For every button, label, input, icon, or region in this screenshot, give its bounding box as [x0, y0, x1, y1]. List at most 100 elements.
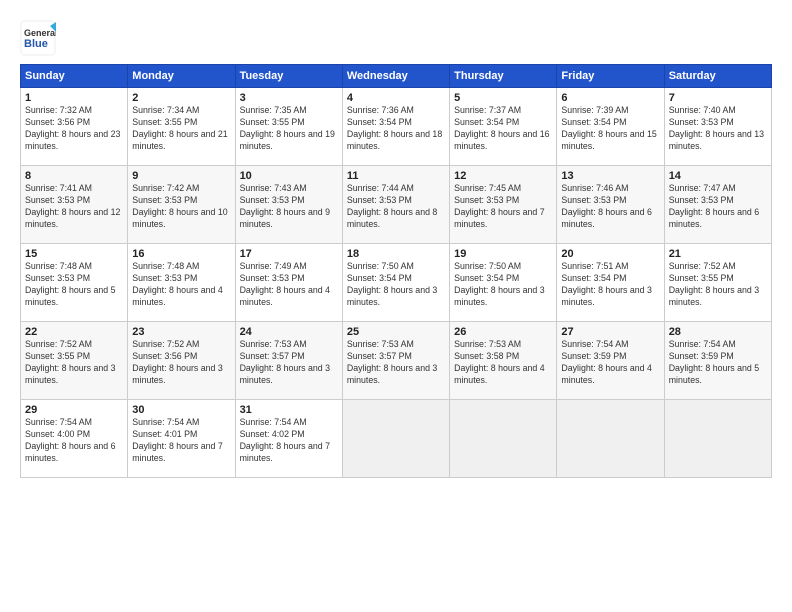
weekday-header-sunday: Sunday: [21, 65, 128, 88]
day-detail: Sunrise: 7:40 AMSunset: 3:53 PMDaylight:…: [669, 105, 764, 151]
day-cell-13: 13 Sunrise: 7:46 AMSunset: 3:53 PMDaylig…: [557, 166, 664, 244]
day-detail: Sunrise: 7:34 AMSunset: 3:55 PMDaylight:…: [132, 105, 227, 151]
day-number: 31: [240, 404, 338, 416]
day-cell-17: 17 Sunrise: 7:49 AMSunset: 3:53 PMDaylig…: [235, 244, 342, 322]
calendar-page: General Blue SundayMondayTuesdayWednesda…: [0, 0, 792, 612]
day-cell-22: 22 Sunrise: 7:52 AMSunset: 3:55 PMDaylig…: [21, 322, 128, 400]
empty-cell: [557, 400, 664, 478]
day-detail: Sunrise: 7:45 AMSunset: 3:53 PMDaylight:…: [454, 183, 544, 229]
day-number: 2: [132, 92, 230, 104]
day-number: 16: [132, 248, 230, 260]
day-cell-2: 2 Sunrise: 7:34 AMSunset: 3:55 PMDayligh…: [128, 88, 235, 166]
day-cell-29: 29 Sunrise: 7:54 AMSunset: 4:00 PMDaylig…: [21, 400, 128, 478]
day-detail: Sunrise: 7:48 AMSunset: 3:53 PMDaylight:…: [25, 261, 115, 307]
day-number: 20: [561, 248, 659, 260]
svg-text:General: General: [24, 28, 56, 38]
day-detail: Sunrise: 7:53 AMSunset: 3:57 PMDaylight:…: [347, 339, 437, 385]
week-row-4: 29 Sunrise: 7:54 AMSunset: 4:00 PMDaylig…: [21, 400, 772, 478]
empty-cell: [450, 400, 557, 478]
day-detail: Sunrise: 7:53 AMSunset: 3:58 PMDaylight:…: [454, 339, 544, 385]
day-detail: Sunrise: 7:47 AMSunset: 3:53 PMDaylight:…: [669, 183, 759, 229]
weekday-header-row: SundayMondayTuesdayWednesdayThursdayFrid…: [21, 65, 772, 88]
day-cell-19: 19 Sunrise: 7:50 AMSunset: 3:54 PMDaylig…: [450, 244, 557, 322]
day-cell-27: 27 Sunrise: 7:54 AMSunset: 3:59 PMDaylig…: [557, 322, 664, 400]
day-detail: Sunrise: 7:50 AMSunset: 3:54 PMDaylight:…: [454, 261, 544, 307]
day-number: 5: [454, 92, 552, 104]
day-cell-3: 3 Sunrise: 7:35 AMSunset: 3:55 PMDayligh…: [235, 88, 342, 166]
day-cell-11: 11 Sunrise: 7:44 AMSunset: 3:53 PMDaylig…: [342, 166, 449, 244]
day-number: 23: [132, 326, 230, 338]
day-cell-6: 6 Sunrise: 7:39 AMSunset: 3:54 PMDayligh…: [557, 88, 664, 166]
day-detail: Sunrise: 7:54 AMSunset: 3:59 PMDaylight:…: [561, 339, 651, 385]
empty-cell: [342, 400, 449, 478]
day-cell-14: 14 Sunrise: 7:47 AMSunset: 3:53 PMDaylig…: [664, 166, 771, 244]
weekday-header-tuesday: Tuesday: [235, 65, 342, 88]
day-number: 6: [561, 92, 659, 104]
day-number: 14: [669, 170, 767, 182]
day-detail: Sunrise: 7:42 AMSunset: 3:53 PMDaylight:…: [132, 183, 227, 229]
day-cell-26: 26 Sunrise: 7:53 AMSunset: 3:58 PMDaylig…: [450, 322, 557, 400]
day-number: 21: [669, 248, 767, 260]
day-number: 18: [347, 248, 445, 260]
day-cell-16: 16 Sunrise: 7:48 AMSunset: 3:53 PMDaylig…: [128, 244, 235, 322]
week-row-2: 15 Sunrise: 7:48 AMSunset: 3:53 PMDaylig…: [21, 244, 772, 322]
svg-text:Blue: Blue: [24, 38, 48, 50]
day-number: 1: [25, 92, 123, 104]
day-number: 17: [240, 248, 338, 260]
day-detail: Sunrise: 7:32 AMSunset: 3:56 PMDaylight:…: [25, 105, 120, 151]
day-cell-20: 20 Sunrise: 7:51 AMSunset: 3:54 PMDaylig…: [557, 244, 664, 322]
day-number: 7: [669, 92, 767, 104]
day-number: 15: [25, 248, 123, 260]
day-cell-8: 8 Sunrise: 7:41 AMSunset: 3:53 PMDayligh…: [21, 166, 128, 244]
day-number: 26: [454, 326, 552, 338]
day-cell-24: 24 Sunrise: 7:53 AMSunset: 3:57 PMDaylig…: [235, 322, 342, 400]
day-number: 8: [25, 170, 123, 182]
day-detail: Sunrise: 7:54 AMSunset: 3:59 PMDaylight:…: [669, 339, 759, 385]
calendar-table: SundayMondayTuesdayWednesdayThursdayFrid…: [20, 64, 772, 478]
day-cell-1: 1 Sunrise: 7:32 AMSunset: 3:56 PMDayligh…: [21, 88, 128, 166]
day-cell-10: 10 Sunrise: 7:43 AMSunset: 3:53 PMDaylig…: [235, 166, 342, 244]
weekday-header-saturday: Saturday: [664, 65, 771, 88]
day-detail: Sunrise: 7:52 AMSunset: 3:56 PMDaylight:…: [132, 339, 222, 385]
day-detail: Sunrise: 7:51 AMSunset: 3:54 PMDaylight:…: [561, 261, 651, 307]
day-detail: Sunrise: 7:35 AMSunset: 3:55 PMDaylight:…: [240, 105, 335, 151]
weekday-header-friday: Friday: [557, 65, 664, 88]
day-detail: Sunrise: 7:53 AMSunset: 3:57 PMDaylight:…: [240, 339, 330, 385]
logo-svg: General Blue: [20, 20, 56, 56]
weekday-header-thursday: Thursday: [450, 65, 557, 88]
day-number: 3: [240, 92, 338, 104]
day-number: 9: [132, 170, 230, 182]
day-cell-7: 7 Sunrise: 7:40 AMSunset: 3:53 PMDayligh…: [664, 88, 771, 166]
day-detail: Sunrise: 7:54 AMSunset: 4:01 PMDaylight:…: [132, 417, 222, 463]
day-number: 12: [454, 170, 552, 182]
empty-cell: [664, 400, 771, 478]
day-detail: Sunrise: 7:36 AMSunset: 3:54 PMDaylight:…: [347, 105, 442, 151]
day-cell-30: 30 Sunrise: 7:54 AMSunset: 4:01 PMDaylig…: [128, 400, 235, 478]
day-cell-15: 15 Sunrise: 7:48 AMSunset: 3:53 PMDaylig…: [21, 244, 128, 322]
day-number: 28: [669, 326, 767, 338]
day-cell-21: 21 Sunrise: 7:52 AMSunset: 3:55 PMDaylig…: [664, 244, 771, 322]
weekday-header-wednesday: Wednesday: [342, 65, 449, 88]
day-detail: Sunrise: 7:52 AMSunset: 3:55 PMDaylight:…: [669, 261, 759, 307]
header: General Blue: [20, 16, 772, 56]
day-detail: Sunrise: 7:44 AMSunset: 3:53 PMDaylight:…: [347, 183, 437, 229]
day-detail: Sunrise: 7:37 AMSunset: 3:54 PMDaylight:…: [454, 105, 549, 151]
day-number: 19: [454, 248, 552, 260]
week-row-0: 1 Sunrise: 7:32 AMSunset: 3:56 PMDayligh…: [21, 88, 772, 166]
day-detail: Sunrise: 7:43 AMSunset: 3:53 PMDaylight:…: [240, 183, 330, 229]
day-detail: Sunrise: 7:48 AMSunset: 3:53 PMDaylight:…: [132, 261, 222, 307]
day-detail: Sunrise: 7:41 AMSunset: 3:53 PMDaylight:…: [25, 183, 120, 229]
week-row-1: 8 Sunrise: 7:41 AMSunset: 3:53 PMDayligh…: [21, 166, 772, 244]
day-number: 27: [561, 326, 659, 338]
day-detail: Sunrise: 7:39 AMSunset: 3:54 PMDaylight:…: [561, 105, 656, 151]
day-number: 4: [347, 92, 445, 104]
day-cell-28: 28 Sunrise: 7:54 AMSunset: 3:59 PMDaylig…: [664, 322, 771, 400]
day-cell-23: 23 Sunrise: 7:52 AMSunset: 3:56 PMDaylig…: [128, 322, 235, 400]
day-detail: Sunrise: 7:54 AMSunset: 4:02 PMDaylight:…: [240, 417, 330, 463]
day-detail: Sunrise: 7:49 AMSunset: 3:53 PMDaylight:…: [240, 261, 330, 307]
day-number: 29: [25, 404, 123, 416]
day-number: 30: [132, 404, 230, 416]
day-number: 13: [561, 170, 659, 182]
week-row-3: 22 Sunrise: 7:52 AMSunset: 3:55 PMDaylig…: [21, 322, 772, 400]
day-cell-31: 31 Sunrise: 7:54 AMSunset: 4:02 PMDaylig…: [235, 400, 342, 478]
